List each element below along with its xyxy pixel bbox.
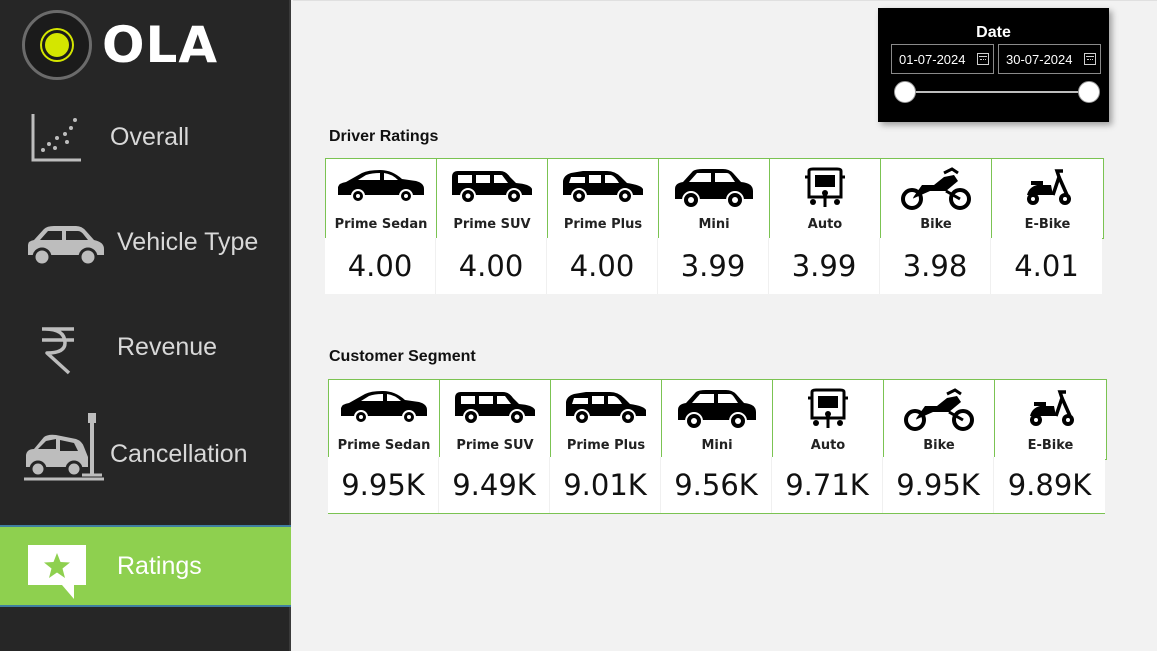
- end-date-input[interactable]: 30-07-2024: [998, 44, 1101, 74]
- calendar-icon[interactable]: [977, 53, 989, 65]
- brand-name: OLA: [102, 16, 219, 74]
- driver-rating-card-e-bike[interactable]: E-Bike: [992, 159, 1103, 238]
- start-date-value: 01-07-2024: [899, 51, 966, 67]
- customer-segment-card-auto[interactable]: Auto: [773, 380, 884, 459]
- vehicle-label: Prime SUV: [456, 438, 534, 453]
- vehicle-label: Auto: [807, 217, 843, 232]
- vehicle-label: Prime Plus: [566, 438, 646, 453]
- vehicle-label: Mini: [698, 217, 730, 232]
- customer-segment-card-prime-suv[interactable]: Prime SUV: [440, 380, 551, 459]
- nav-label: Vehicle Type: [117, 228, 259, 256]
- driver-rating-card-prime-plus[interactable]: Prime Plus: [548, 159, 659, 238]
- slider-start-handle[interactable]: [894, 81, 916, 103]
- customer-segment-value: 9.71K: [772, 457, 883, 513]
- driver-rating-value: 3.99: [658, 238, 769, 294]
- nav-label: Revenue: [117, 333, 218, 361]
- customer-segment-card-bike[interactable]: Bike: [884, 380, 995, 459]
- vehicle-label: Bike: [923, 438, 955, 453]
- ola-logo: OLA: [22, 10, 218, 80]
- customer-segment-card-mini[interactable]: Mini: [662, 380, 773, 459]
- car-crash-icon: [22, 409, 106, 485]
- customer-segment-value: 9.89K: [1007, 468, 1092, 502]
- vehicle-label: E-Bike: [1024, 217, 1071, 232]
- driver-rating-card-prime-sedan[interactable]: Prime Sedan: [326, 159, 437, 238]
- scatter-chart-icon: [28, 110, 84, 165]
- nav-item-vehicle-type[interactable]: Vehicle Type: [0, 205, 291, 280]
- start-date-input[interactable]: 01-07-2024: [891, 44, 994, 74]
- customer-segment-card-prime-plus[interactable]: Prime Plus: [551, 380, 662, 459]
- rupee-icon: [38, 324, 78, 376]
- driver-rating-value: 4.00: [547, 238, 658, 294]
- nav-label: Ratings: [117, 551, 202, 580]
- customer-segment-value: 9.56K: [661, 457, 772, 513]
- vehicle-label: E-Bike: [1027, 438, 1074, 453]
- vehicle-label: Prime SUV: [453, 217, 531, 232]
- end-date-value: 30-07-2024: [1006, 51, 1073, 67]
- nav-label: Cancellation: [110, 440, 248, 468]
- customer-segment-card-e-bike[interactable]: E-Bike: [995, 380, 1106, 459]
- nav-item-cancellation[interactable]: Cancellation: [0, 405, 291, 505]
- slider-end-handle[interactable]: [1078, 81, 1100, 103]
- driver-rating-card-bike[interactable]: Bike: [881, 159, 992, 238]
- customer-segment-title: Customer Segment: [329, 348, 476, 365]
- driver-ratings-title: Driver Ratings: [329, 128, 439, 145]
- driver-rating-card-mini[interactable]: Mini: [659, 159, 770, 238]
- driver-rating-value: 3.98: [880, 238, 991, 294]
- vehicle-label: Prime Sedan: [334, 217, 428, 232]
- driver-ratings-vehicle-row: Prime Sedan Prime SUV Prime Plus Mini Auto Bi…: [325, 158, 1104, 239]
- customer-segment-card-prime-sedan[interactable]: Prime Sedan: [329, 380, 440, 459]
- star-chat-icon: [26, 543, 88, 601]
- driver-rating-value: 4.00: [436, 238, 547, 294]
- logo-mark-icon: [22, 10, 92, 80]
- driver-rating-value: 4.01: [1014, 249, 1079, 283]
- date-range-slider[interactable]: [905, 91, 1089, 93]
- sidebar: OLA Overall Vehicle Type Revenue Cancell…: [0, 0, 291, 651]
- vehicle-label: Prime Sedan: [337, 438, 431, 453]
- customer-segment-value-row: 9.95K 9.49K 9.01K 9.56K 9.71K 9.95K 9.89K: [328, 457, 1105, 514]
- customer-segment-value: 9.95K: [328, 457, 439, 513]
- calendar-icon[interactable]: [1084, 53, 1096, 65]
- vehicle-label: Prime Plus: [563, 217, 643, 232]
- customer-segment-value: 9.49K: [439, 457, 550, 513]
- driver-ratings-value-row: 4.00 4.00 4.00 3.99 3.99 3.98 4.01: [325, 238, 1102, 294]
- driver-rating-value: 4.00: [325, 238, 436, 294]
- car-icon: [24, 223, 106, 267]
- date-filter-title: Date: [976, 24, 1011, 41]
- customer-segment-vehicle-row: Prime Sedan Prime SUV Prime Plus Mini Auto Bi…: [328, 379, 1107, 460]
- driver-rating-card-auto[interactable]: Auto: [770, 159, 881, 238]
- vehicle-label: Auto: [810, 438, 846, 453]
- nav-item-ratings[interactable]: Ratings: [0, 525, 291, 607]
- vehicle-label: Bike: [920, 217, 952, 232]
- customer-segment-value: 9.95K: [883, 457, 994, 513]
- date-filter: Date 01-07-2024 30-07-2024: [878, 8, 1109, 122]
- nav-item-overall[interactable]: Overall: [0, 100, 291, 175]
- driver-rating-value: 3.99: [769, 238, 880, 294]
- nav-label: Overall: [110, 123, 190, 151]
- vehicle-label: Mini: [701, 438, 733, 453]
- customer-segment-value: 9.01K: [550, 457, 661, 513]
- nav-item-revenue[interactable]: Revenue: [0, 310, 291, 385]
- driver-rating-card-prime-suv[interactable]: Prime SUV: [437, 159, 548, 238]
